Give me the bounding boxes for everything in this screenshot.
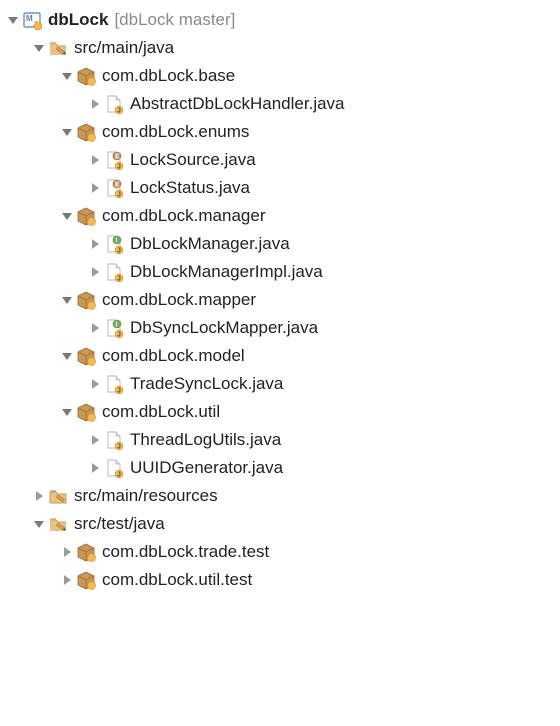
tree-node-src-main-java[interactable]: src/main/java — [4, 34, 556, 62]
chevron-down-icon[interactable] — [60, 209, 74, 223]
source-folder-icon — [48, 38, 68, 58]
tree-node-package[interactable]: com.dbLock.trade.test — [4, 538, 556, 566]
package-label: com.dbLock.util.test — [100, 570, 252, 590]
tree-node-package[interactable]: com.dbLock.util.test — [4, 566, 556, 594]
chevron-down-icon[interactable] — [60, 125, 74, 139]
package-label: com.dbLock.manager — [100, 206, 265, 226]
package-icon — [76, 206, 96, 226]
folder-label: src/main/resources — [72, 486, 218, 506]
tree-node-file[interactable]: TradeSyncLock.java — [4, 370, 556, 398]
tree-node-file[interactable]: DbLockManagerImpl.java — [4, 258, 556, 286]
file-label: LockSource.java — [128, 150, 256, 170]
java-class-icon — [104, 374, 124, 394]
java-enum-icon — [104, 150, 124, 170]
chevron-right-icon[interactable] — [88, 433, 102, 447]
java-interface-icon — [104, 234, 124, 254]
tree-node-package[interactable]: com.dbLock.util — [4, 398, 556, 426]
chevron-down-icon[interactable] — [60, 69, 74, 83]
chevron-right-icon[interactable] — [88, 97, 102, 111]
tree-node-package[interactable]: com.dbLock.manager — [4, 202, 556, 230]
tree-node-file[interactable]: UUIDGenerator.java — [4, 454, 556, 482]
file-label: DbSyncLockMapper.java — [128, 318, 318, 338]
package-icon — [76, 570, 96, 590]
tree-node-package[interactable]: com.dbLock.base — [4, 62, 556, 90]
tree-node-file[interactable]: ThreadLogUtils.java — [4, 426, 556, 454]
file-label: UUIDGenerator.java — [128, 458, 283, 478]
tree-node-package[interactable]: com.dbLock.enums — [4, 118, 556, 146]
resources-folder-icon — [48, 486, 68, 506]
vcs-branch-label: [dbLock master] — [108, 10, 235, 30]
chevron-down-icon[interactable] — [6, 13, 20, 27]
file-label: LockStatus.java — [128, 178, 250, 198]
chevron-right-icon[interactable] — [32, 489, 46, 503]
package-icon — [76, 66, 96, 86]
tree-node-file[interactable]: DbLockManager.java — [4, 230, 556, 258]
package-label: com.dbLock.base — [100, 66, 235, 86]
tree-node-root[interactable]: dbLock [dbLock master] — [4, 6, 556, 34]
package-icon — [76, 346, 96, 366]
file-label: TradeSyncLock.java — [128, 374, 283, 394]
tree-node-package[interactable]: com.dbLock.mapper — [4, 286, 556, 314]
chevron-right-icon[interactable] — [88, 377, 102, 391]
module-icon — [22, 10, 42, 30]
chevron-right-icon[interactable] — [60, 573, 74, 587]
file-label: ThreadLogUtils.java — [128, 430, 281, 450]
java-class-icon — [104, 458, 124, 478]
chevron-right-icon[interactable] — [88, 265, 102, 279]
java-class-icon — [104, 94, 124, 114]
file-label: AbstractDbLockHandler.java — [128, 94, 345, 114]
project-tree[interactable]: dbLock [dbLock master] src/main/java com… — [0, 0, 560, 604]
tree-node-src-test-java[interactable]: src/test/java — [4, 510, 556, 538]
package-label: com.dbLock.util — [100, 402, 220, 422]
chevron-right-icon[interactable] — [88, 461, 102, 475]
package-icon — [76, 402, 96, 422]
tree-node-src-main-resources[interactable]: src/main/resources — [4, 482, 556, 510]
tree-node-file[interactable]: LockStatus.java — [4, 174, 556, 202]
root-name: dbLock — [46, 10, 108, 30]
tree-node-file[interactable]: DbSyncLockMapper.java — [4, 314, 556, 342]
chevron-down-icon[interactable] — [32, 517, 46, 531]
package-label: com.dbLock.trade.test — [100, 542, 269, 562]
package-label: com.dbLock.enums — [100, 122, 249, 142]
tree-node-file[interactable]: LockSource.java — [4, 146, 556, 174]
java-class-icon — [104, 262, 124, 282]
chevron-right-icon[interactable] — [88, 237, 102, 251]
folder-label: src/test/java — [72, 514, 165, 534]
chevron-right-icon[interactable] — [88, 321, 102, 335]
java-interface-icon — [104, 318, 124, 338]
tree-node-file[interactable]: AbstractDbLockHandler.java — [4, 90, 556, 118]
chevron-right-icon[interactable] — [88, 181, 102, 195]
chevron-down-icon[interactable] — [60, 405, 74, 419]
package-icon — [76, 542, 96, 562]
chevron-right-icon[interactable] — [60, 545, 74, 559]
package-icon — [76, 122, 96, 142]
tree-node-package[interactable]: com.dbLock.model — [4, 342, 556, 370]
package-icon — [76, 290, 96, 310]
java-class-icon — [104, 430, 124, 450]
chevron-down-icon[interactable] — [60, 293, 74, 307]
test-source-folder-icon — [48, 514, 68, 534]
file-label: DbLockManagerImpl.java — [128, 262, 323, 282]
java-enum-icon — [104, 178, 124, 198]
file-label: DbLockManager.java — [128, 234, 290, 254]
package-label: com.dbLock.mapper — [100, 290, 256, 310]
chevron-down-icon[interactable] — [32, 41, 46, 55]
chevron-down-icon[interactable] — [60, 349, 74, 363]
folder-label: src/main/java — [72, 38, 174, 58]
package-label: com.dbLock.model — [100, 346, 245, 366]
chevron-right-icon[interactable] — [88, 153, 102, 167]
